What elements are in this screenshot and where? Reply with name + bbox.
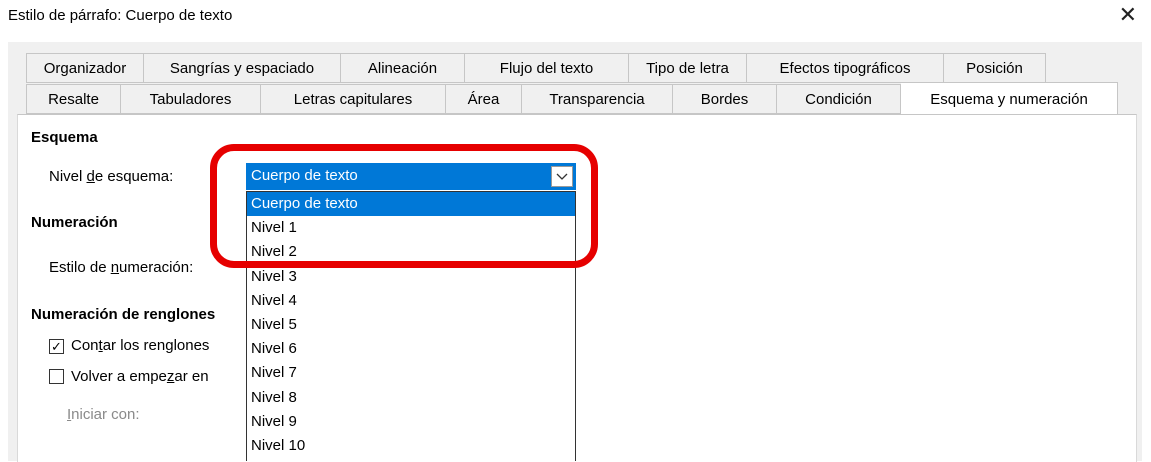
tab-row-2: Resalte Tabuladores Letras capitulares Á… xyxy=(26,82,1118,115)
dialog-title: Estilo de párrafo: Cuerpo de texto xyxy=(8,7,233,24)
section-heading-renglones: Numeración de renglones xyxy=(31,306,216,323)
contar-renglones-checkbox[interactable]: ✓ xyxy=(49,339,64,354)
dropdown-option[interactable]: Nivel 5 xyxy=(247,313,575,337)
tab-efectos-tipograficos[interactable]: Efectos tipográficos xyxy=(747,53,944,83)
checkmark-icon: ✓ xyxy=(51,339,62,354)
dropdown-option[interactable]: Cuerpo de texto xyxy=(247,192,575,217)
dropdown-option[interactable]: Nivel 1 xyxy=(247,216,575,240)
estilo-numeracion-label: Estilo de numeración: xyxy=(49,259,194,276)
dropdown-option[interactable]: Nivel 4 xyxy=(247,289,575,313)
title-bar: Estilo de párrafo: Cuerpo de texto ✕ xyxy=(0,0,1151,34)
tab-transparencia[interactable]: Transparencia xyxy=(522,84,673,114)
close-icon[interactable]: ✕ xyxy=(1119,2,1137,28)
tab-organizador[interactable]: Organizador xyxy=(26,53,144,83)
volver-empezar-label[interactable]: Volver a empezar en xyxy=(71,368,209,385)
dropdown-option[interactable]: Nivel 7 xyxy=(247,361,575,385)
tab-area[interactable]: Área xyxy=(446,84,522,114)
dropdown-option[interactable]: Nivel 10 xyxy=(247,434,575,458)
tab-alineacion[interactable]: Alineación xyxy=(341,53,465,83)
tab-letras-capitulares[interactable]: Letras capitulares xyxy=(261,84,446,114)
nivel-esquema-label: Nivel de esquema: xyxy=(49,168,174,185)
section-heading-numeracion: Numeración xyxy=(31,214,118,231)
tab-posicion[interactable]: Posición xyxy=(944,53,1046,83)
nivel-esquema-dropdown-list[interactable]: Cuerpo de texto Nivel 1 Nivel 2 Nivel 3 … xyxy=(246,191,576,461)
tab-panel xyxy=(17,114,1137,462)
tab-sangrias-espaciado[interactable]: Sangrías y espaciado xyxy=(144,53,341,83)
tab-row-1: Organizador Sangrías y espaciado Alineac… xyxy=(26,53,1046,83)
dropdown-option[interactable]: Nivel 6 xyxy=(247,337,575,361)
tab-flujo-texto[interactable]: Flujo del texto xyxy=(465,53,629,83)
iniciar-con-label: Iniciar con: xyxy=(67,406,140,423)
contar-renglones-label[interactable]: Contar los renglones xyxy=(71,337,209,354)
tab-condicion[interactable]: Condición xyxy=(777,84,901,114)
tab-resalte[interactable]: Resalte xyxy=(26,84,121,114)
tab-tipo-letra[interactable]: Tipo de letra xyxy=(629,53,747,83)
dropdown-option[interactable]: Nivel 3 xyxy=(247,265,575,289)
volver-empezar-checkbox[interactable] xyxy=(49,369,64,384)
combobox-value: Cuerpo de texto xyxy=(251,167,358,184)
tab-tabuladores[interactable]: Tabuladores xyxy=(121,84,261,114)
section-heading-esquema: Esquema xyxy=(31,129,98,146)
nivel-esquema-combobox[interactable]: Cuerpo de texto xyxy=(246,163,576,190)
dropdown-option[interactable]: Nivel 8 xyxy=(247,386,575,410)
dropdown-option[interactable]: Nivel 9 xyxy=(247,410,575,434)
dropdown-option[interactable]: Nivel 2 xyxy=(247,240,575,264)
tab-esquema-numeracion[interactable]: Esquema y numeración xyxy=(901,82,1118,115)
chevron-down-icon[interactable] xyxy=(551,166,573,187)
tab-bordes[interactable]: Bordes xyxy=(673,84,777,114)
